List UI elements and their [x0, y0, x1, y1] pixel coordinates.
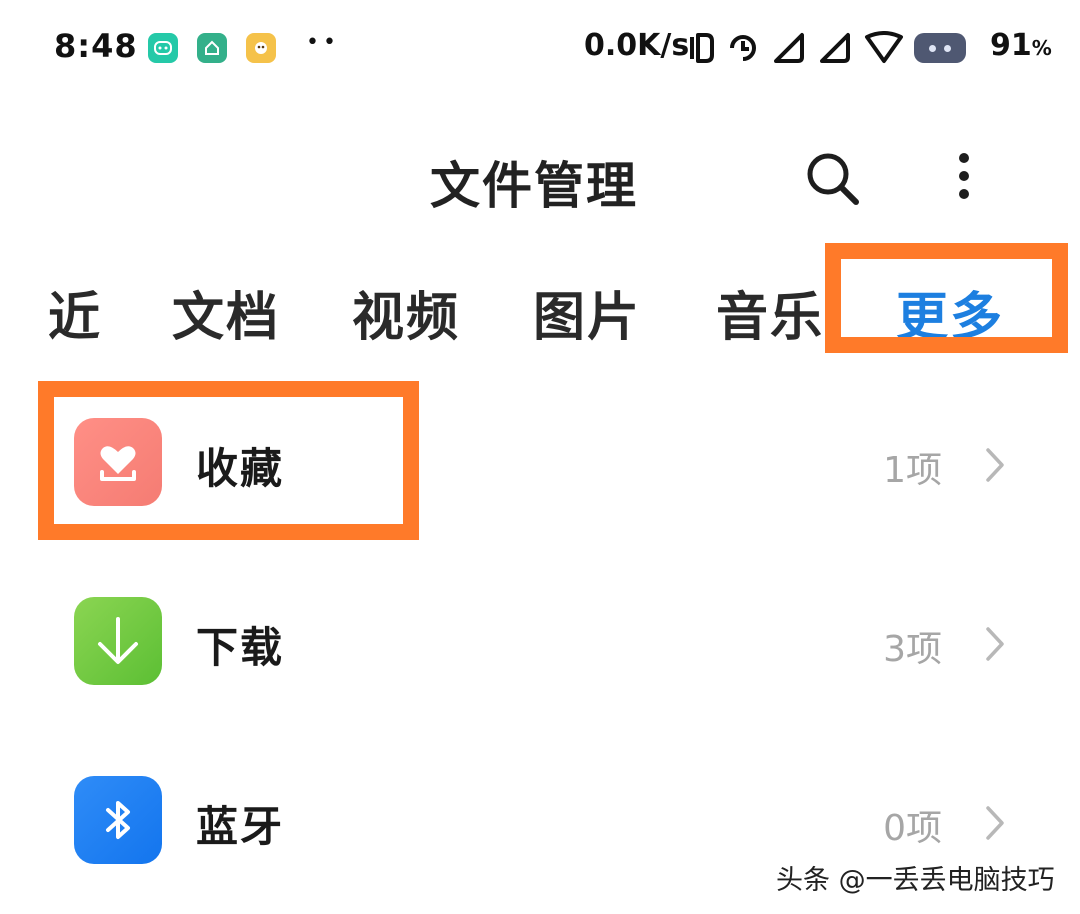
item-count: 0项 [883, 808, 942, 849]
tab-music[interactable]: 音乐 [716, 275, 824, 350]
highlight-box-favorites [38, 381, 419, 540]
system-icons [686, 30, 966, 66]
signal-icon-2 [820, 33, 850, 63]
tab-documents[interactable]: 文档 [172, 275, 280, 350]
status-bar: 8:48 •• 0.0K/s 91% [0, 0, 1080, 96]
item-count: 1项 [883, 450, 942, 491]
download-icon [74, 597, 162, 685]
tab-images[interactable]: 图片 [533, 275, 641, 350]
alarm-icon [730, 35, 756, 61]
app-notification-icon [148, 33, 178, 63]
wifi-icon [865, 31, 903, 63]
more-vertical-icon [959, 153, 969, 199]
item-label: 下载 [196, 623, 285, 672]
tab-recent[interactable]: 近 [42, 275, 102, 350]
list-item-downloads[interactable]: 下载 3项 [0, 584, 1080, 704]
status-time: 8:48 [54, 27, 138, 65]
chevron-right-icon [986, 448, 1004, 482]
battery-level: 91% [990, 28, 1052, 63]
page-title: 文件管理 [430, 157, 638, 215]
more-notifications-icon: •• [306, 30, 340, 55]
home-app-icon [197, 33, 227, 63]
bluetooth-icon [74, 776, 162, 864]
search-icon [807, 153, 859, 205]
more-options-button[interactable] [950, 150, 978, 206]
tab-videos[interactable]: 视频 [352, 275, 460, 350]
chevron-right-icon [986, 806, 1004, 840]
highlight-box-tab [825, 243, 1068, 353]
game-app-icon [246, 33, 276, 63]
chevron-right-icon [986, 627, 1004, 661]
battery-icon [914, 33, 966, 63]
item-count: 3项 [883, 629, 942, 670]
vibrate-icon [690, 33, 714, 63]
network-speed: 0.0K/s [584, 28, 690, 63]
watermark: 头条 @一丢丢电脑技巧 [776, 865, 1055, 896]
signal-icon-1 [774, 33, 804, 63]
item-label: 蓝牙 [196, 802, 285, 851]
search-button[interactable] [804, 150, 860, 206]
